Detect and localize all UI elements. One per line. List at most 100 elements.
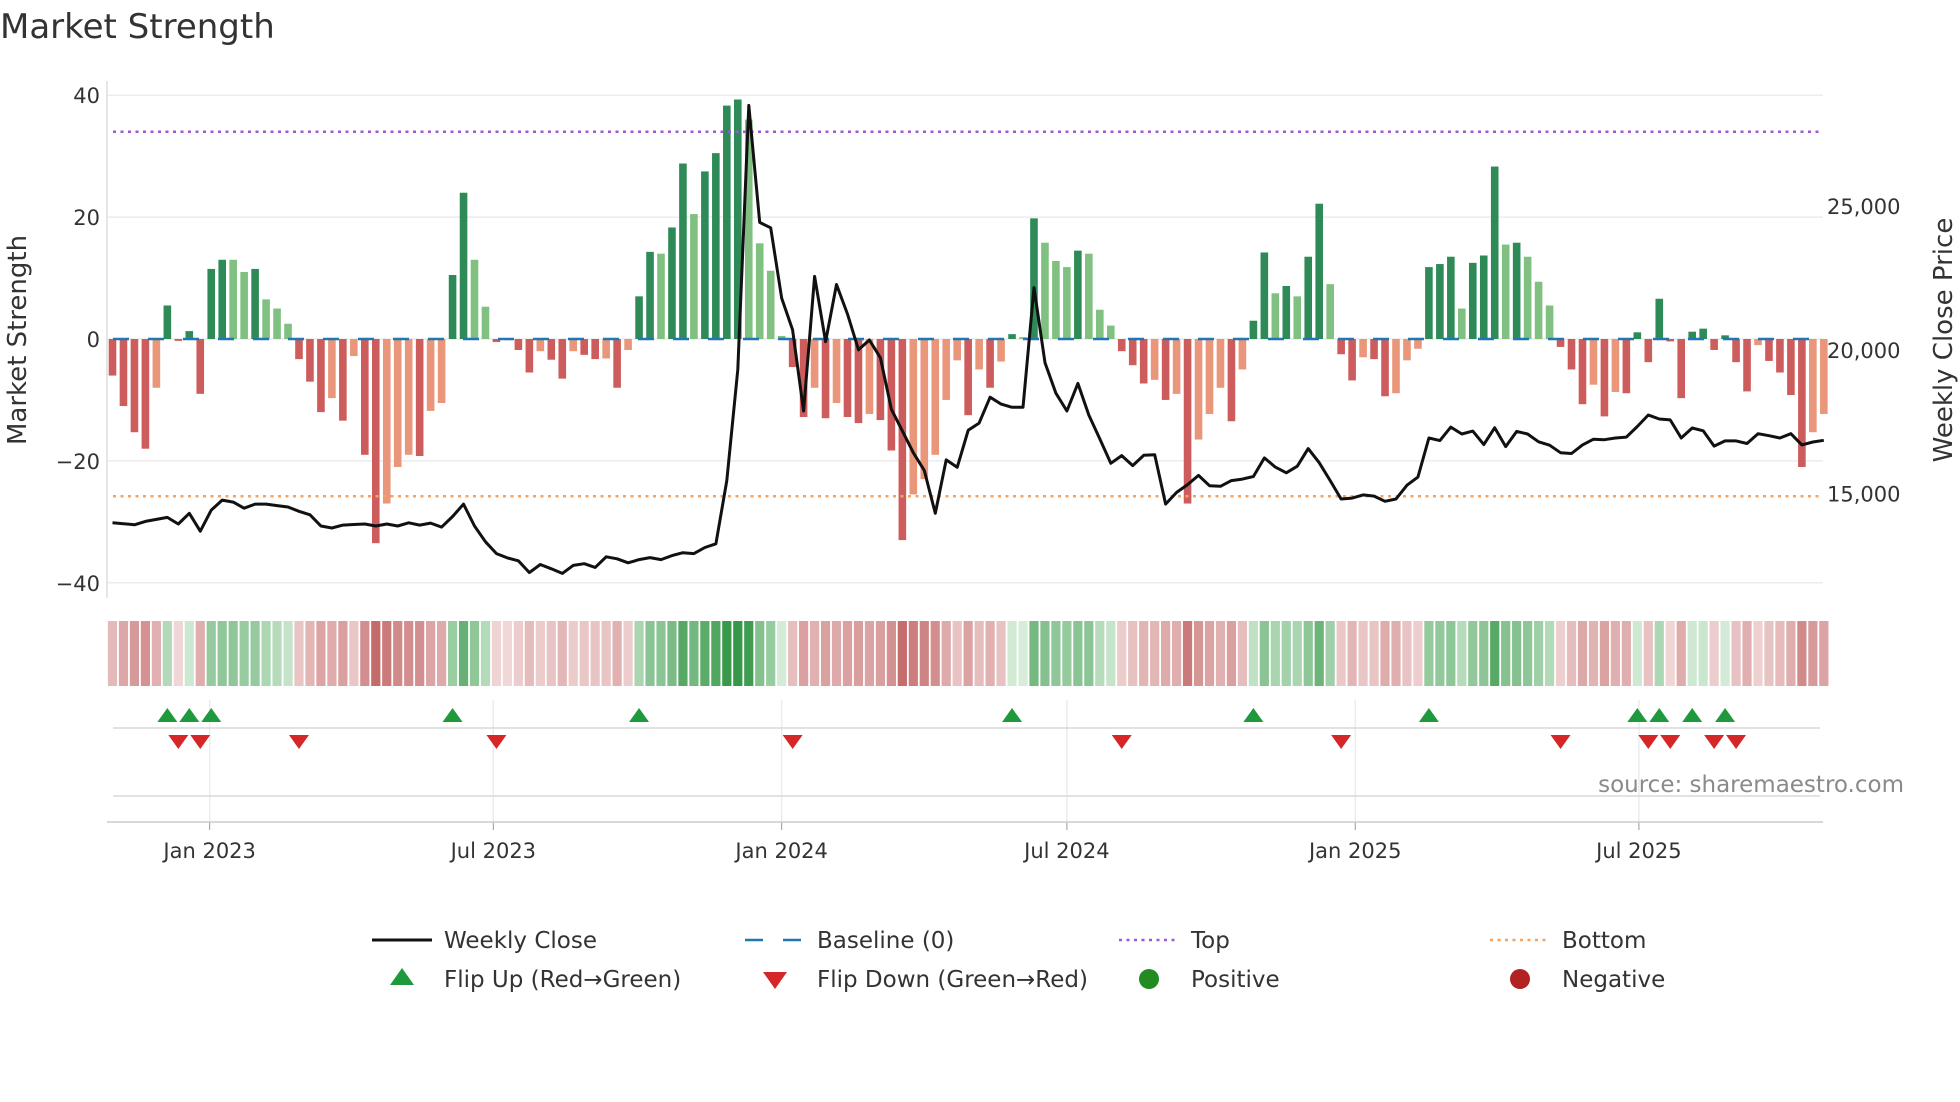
gridlines — [107, 94, 1823, 822]
strip-cell — [1643, 621, 1653, 686]
strip-cell — [151, 621, 161, 686]
positive-bar — [1425, 267, 1433, 339]
flip-down-marker — [1704, 735, 1725, 749]
strip-cell — [140, 621, 151, 686]
strip-cell — [788, 621, 798, 686]
negative-bar — [1128, 339, 1137, 366]
y-tick-label: −40 — [56, 572, 100, 596]
strip-cell — [1534, 621, 1544, 686]
strip-cell — [908, 621, 918, 686]
strip-cell — [228, 621, 238, 686]
negative-bar — [1809, 339, 1817, 433]
strip-cell — [1117, 621, 1127, 686]
circle — [1139, 969, 1159, 989]
positive-bar — [240, 271, 248, 339]
strip-cell — [1665, 621, 1675, 686]
strip-cell — [722, 621, 732, 686]
positive-bar — [1008, 334, 1016, 339]
strip-cell — [1018, 621, 1028, 686]
strip-cell — [107, 621, 118, 686]
strip-cell — [1150, 621, 1160, 686]
strip-cell — [996, 621, 1006, 686]
negative-bar — [1567, 339, 1576, 370]
negative-bar — [1150, 339, 1159, 380]
negative-bar — [1348, 339, 1356, 381]
strip-cell — [1501, 621, 1511, 686]
flip-down-marker — [1638, 735, 1659, 749]
y2-tick-label: 25,000 — [1827, 195, 1900, 219]
negative-bar — [865, 339, 874, 414]
strip-cell — [1007, 621, 1017, 686]
strip-cell — [1029, 621, 1039, 686]
x-tick-label: Jul 2023 — [449, 839, 536, 863]
negative-bar — [1677, 339, 1686, 399]
negative-bar — [1117, 339, 1126, 352]
negative-bar — [404, 339, 413, 455]
positive-bar — [723, 105, 731, 340]
strip-cell — [1731, 621, 1741, 686]
strip-cell — [1226, 621, 1237, 686]
strip-cell — [1402, 621, 1412, 686]
y-tick-label: 20 — [73, 206, 100, 230]
y-tick-label: 0 — [87, 328, 100, 352]
legend-label-flip_down: Flip Down (Green→Red) — [817, 967, 1088, 993]
positive-bar — [712, 153, 720, 339]
positive-bar — [1501, 244, 1510, 339]
strip-cell — [393, 621, 403, 686]
strip-cell — [1687, 621, 1697, 686]
strip-cell — [1358, 621, 1368, 686]
negative-bar — [1600, 339, 1609, 417]
strip-cell — [1073, 621, 1083, 686]
flip-up-marker — [1243, 708, 1264, 722]
positive-bar — [1512, 242, 1521, 339]
flip-down-marker — [1331, 735, 1352, 749]
strip-cell — [404, 621, 414, 686]
negative-bar — [306, 339, 314, 382]
strip-cell — [1698, 621, 1708, 686]
negative-bar — [415, 339, 424, 457]
negative-bar — [602, 339, 610, 359]
positive-bar — [1468, 262, 1477, 339]
strip-cell — [1819, 621, 1829, 686]
legend-label-top: Top — [1190, 928, 1230, 954]
positive-bar — [1534, 281, 1543, 339]
negative-bar — [580, 339, 589, 355]
negative-bar — [832, 339, 841, 403]
strip-cell — [1139, 621, 1149, 686]
negative-bar — [1414, 339, 1422, 349]
strip-cell — [1051, 621, 1061, 686]
strip-cell — [502, 621, 513, 686]
positive-bar — [1447, 256, 1455, 339]
strip-cell — [1786, 621, 1796, 686]
strip-cell — [524, 621, 534, 686]
strip-cell — [1369, 621, 1379, 686]
strip-cell — [1040, 621, 1050, 686]
strip-cell — [1062, 621, 1072, 686]
flip-up-marker — [1002, 708, 1023, 722]
strip-cell — [327, 621, 337, 686]
positive-bar — [448, 275, 457, 339]
negative-bar — [558, 339, 567, 379]
flip-down-marker — [288, 735, 309, 749]
y2-tick-label: 20,000 — [1827, 339, 1900, 363]
x-tick-label: Jul 2025 — [1594, 839, 1681, 863]
strip-cell — [371, 621, 381, 686]
strip-cell — [1193, 621, 1204, 686]
negative-bar — [931, 339, 940, 455]
strip-cell — [1588, 621, 1599, 686]
strip-cell — [195, 621, 205, 686]
strip-cell — [985, 621, 995, 686]
negative-bar — [1359, 339, 1367, 358]
positive-bar — [207, 268, 216, 339]
flip-down-marker — [782, 735, 803, 749]
negative-bar — [1238, 339, 1247, 370]
positive-bar — [1436, 264, 1444, 339]
positive-bar — [1655, 298, 1664, 339]
strip-cell — [1720, 621, 1730, 686]
y-tick-label: −20 — [56, 450, 100, 474]
strength-bars — [108, 99, 1828, 544]
triangle-down — [763, 972, 787, 989]
strip-cell — [799, 621, 809, 686]
strip-cell — [1171, 621, 1182, 686]
positive-bar — [163, 305, 172, 339]
